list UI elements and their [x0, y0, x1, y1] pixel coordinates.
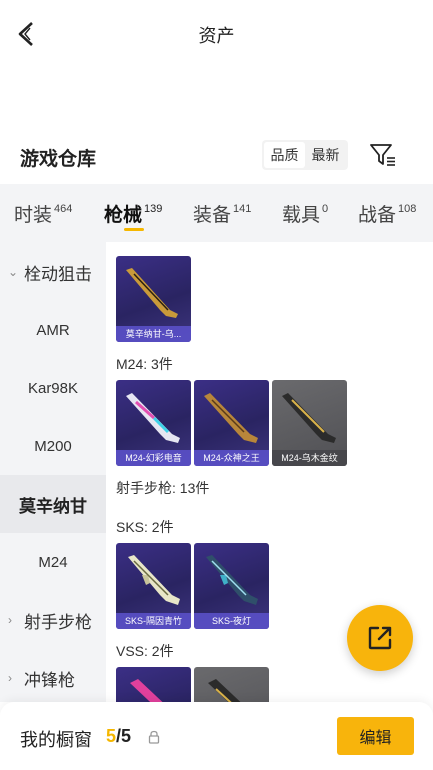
- rifle-icon: [204, 393, 258, 443]
- sidebar-item-kar98k[interactable]: Kar98K: [0, 359, 106, 417]
- tab-count: 0: [322, 203, 329, 215]
- sidebar-item-label: M24: [38, 553, 68, 571]
- header: 资产: [0, 0, 433, 68]
- weapon-card-caption: M24-幻彩电音: [116, 450, 191, 466]
- filter-icon[interactable]: [368, 140, 398, 170]
- rifle-icon: [206, 555, 258, 605]
- tab-label: 装备: [193, 205, 232, 226]
- rifle-icon: [126, 393, 180, 443]
- weapon-card-caption: SKS-夜灯: [194, 613, 269, 629]
- sidebar-item-bolt-action-sniper[interactable]: ⌄ 栓动狙击: [0, 243, 106, 301]
- showcase-count: 5/5: [106, 726, 131, 747]
- sidebar-item-mosin-nagant[interactable]: 莫辛纳甘: [0, 475, 106, 533]
- weapon-card-caption: M24-众神之王: [194, 450, 269, 466]
- tab-label: 时装: [14, 205, 53, 226]
- weapon-type-sidebar: ⌄ 栓动狙击 AMR Kar98K M200 莫辛纳甘 M24 › 射手步枪 ›…: [0, 242, 106, 702]
- tab-vehicles[interactable]: 载具 0: [282, 200, 328, 227]
- sidebar-item-label: 射手步枪: [24, 612, 92, 632]
- sidebar-item-label: AMR: [36, 321, 70, 339]
- sidebar-item-marksman-rifle[interactable]: › 射手步枪: [0, 591, 106, 649]
- sidebar-item-label: 莫辛纳甘: [19, 496, 87, 516]
- tab-fashion[interactable]: 时装 464: [14, 200, 72, 227]
- chevron-right-icon: ›: [8, 671, 12, 685]
- sidebar-item-label: Kar98K: [27, 379, 79, 397]
- showcase-total: 5: [121, 726, 132, 746]
- rifle-icon: [208, 679, 241, 702]
- sidebar-item-label: M200: [34, 437, 72, 455]
- sidebar-item-m24[interactable]: M24: [0, 533, 106, 591]
- showcase-bar: 我的橱窗 5/5 编辑: [0, 702, 433, 770]
- rifle-icon: [282, 393, 336, 443]
- sort-toggle: 品质 最新: [262, 140, 348, 170]
- weapon-card[interactable]: M24-幻彩电音: [116, 380, 191, 466]
- tab-equipment[interactable]: 装备 141: [193, 200, 251, 227]
- weapon-card-caption: SKS-隔因青竹: [116, 613, 191, 629]
- chevron-down-icon: ⌄: [8, 265, 19, 279]
- weapon-card[interactable]: [116, 667, 191, 702]
- section-label: SKS: 2件: [116, 519, 174, 535]
- chevron-right-icon: ›: [8, 613, 12, 627]
- tab-label: 战备: [358, 205, 397, 226]
- sidebar-item-m200[interactable]: M200: [0, 417, 106, 475]
- active-tab-indicator: [124, 228, 144, 231]
- weapon-card-caption: 莫辛纳甘-乌...: [116, 326, 191, 342]
- weapon-card-caption: M24-乌木金纹: [272, 450, 347, 466]
- tab-count: 464: [54, 203, 73, 215]
- section-label: VSS: 2件: [116, 643, 174, 659]
- weapon-card[interactable]: SKS-隔因青竹: [116, 543, 191, 629]
- tab-count: 108: [398, 203, 417, 215]
- share-button[interactable]: [347, 605, 413, 671]
- warehouse-header: 游戏仓库 品质 最新: [0, 132, 433, 180]
- tab-guns[interactable]: 枪械 139: [104, 200, 162, 227]
- tab-count: 141: [233, 203, 252, 215]
- weapon-card[interactable]: SKS-夜灯: [194, 543, 269, 629]
- page-title: 资产: [198, 26, 235, 46]
- weapon-card[interactable]: [194, 667, 269, 702]
- sidebar-item-smg[interactable]: › 冲锋枪: [0, 649, 106, 702]
- tab-label: 枪械: [104, 205, 143, 226]
- weapon-card[interactable]: M24-乌木金纹: [272, 380, 347, 466]
- section-label: M24: 3件: [116, 356, 173, 372]
- sort-quality-option[interactable]: 品质: [264, 142, 305, 168]
- rifle-icon: [128, 555, 180, 605]
- edit-button[interactable]: 编辑: [337, 717, 414, 755]
- sidebar-item-amr[interactable]: AMR: [0, 301, 106, 359]
- weapon-card[interactable]: 莫辛纳甘-乌...: [116, 256, 191, 342]
- rifle-icon: [130, 679, 163, 702]
- showcase-current: 5: [106, 726, 117, 746]
- tab-label: 载具: [282, 205, 321, 226]
- sidebar-item-label: 栓动狙击: [24, 264, 92, 284]
- rifle-icon: [126, 268, 178, 318]
- section-label: 射手步枪: 13件: [116, 480, 210, 496]
- category-tabs: 时装 464 枪械 139 装备 141 载具 0 战备 108: [0, 184, 433, 242]
- tab-count: 139: [144, 203, 163, 215]
- lock-icon: [148, 730, 160, 744]
- sort-newest-option[interactable]: 最新: [305, 142, 346, 168]
- weapon-card[interactable]: M24-众神之王: [194, 380, 269, 466]
- warehouse-title: 游戏仓库: [20, 149, 97, 170]
- share-icon: [368, 626, 392, 650]
- showcase-label: 我的橱窗: [20, 730, 92, 750]
- sidebar-item-label: 冲锋枪: [24, 670, 75, 690]
- tab-supplies[interactable]: 战备 108: [358, 200, 416, 227]
